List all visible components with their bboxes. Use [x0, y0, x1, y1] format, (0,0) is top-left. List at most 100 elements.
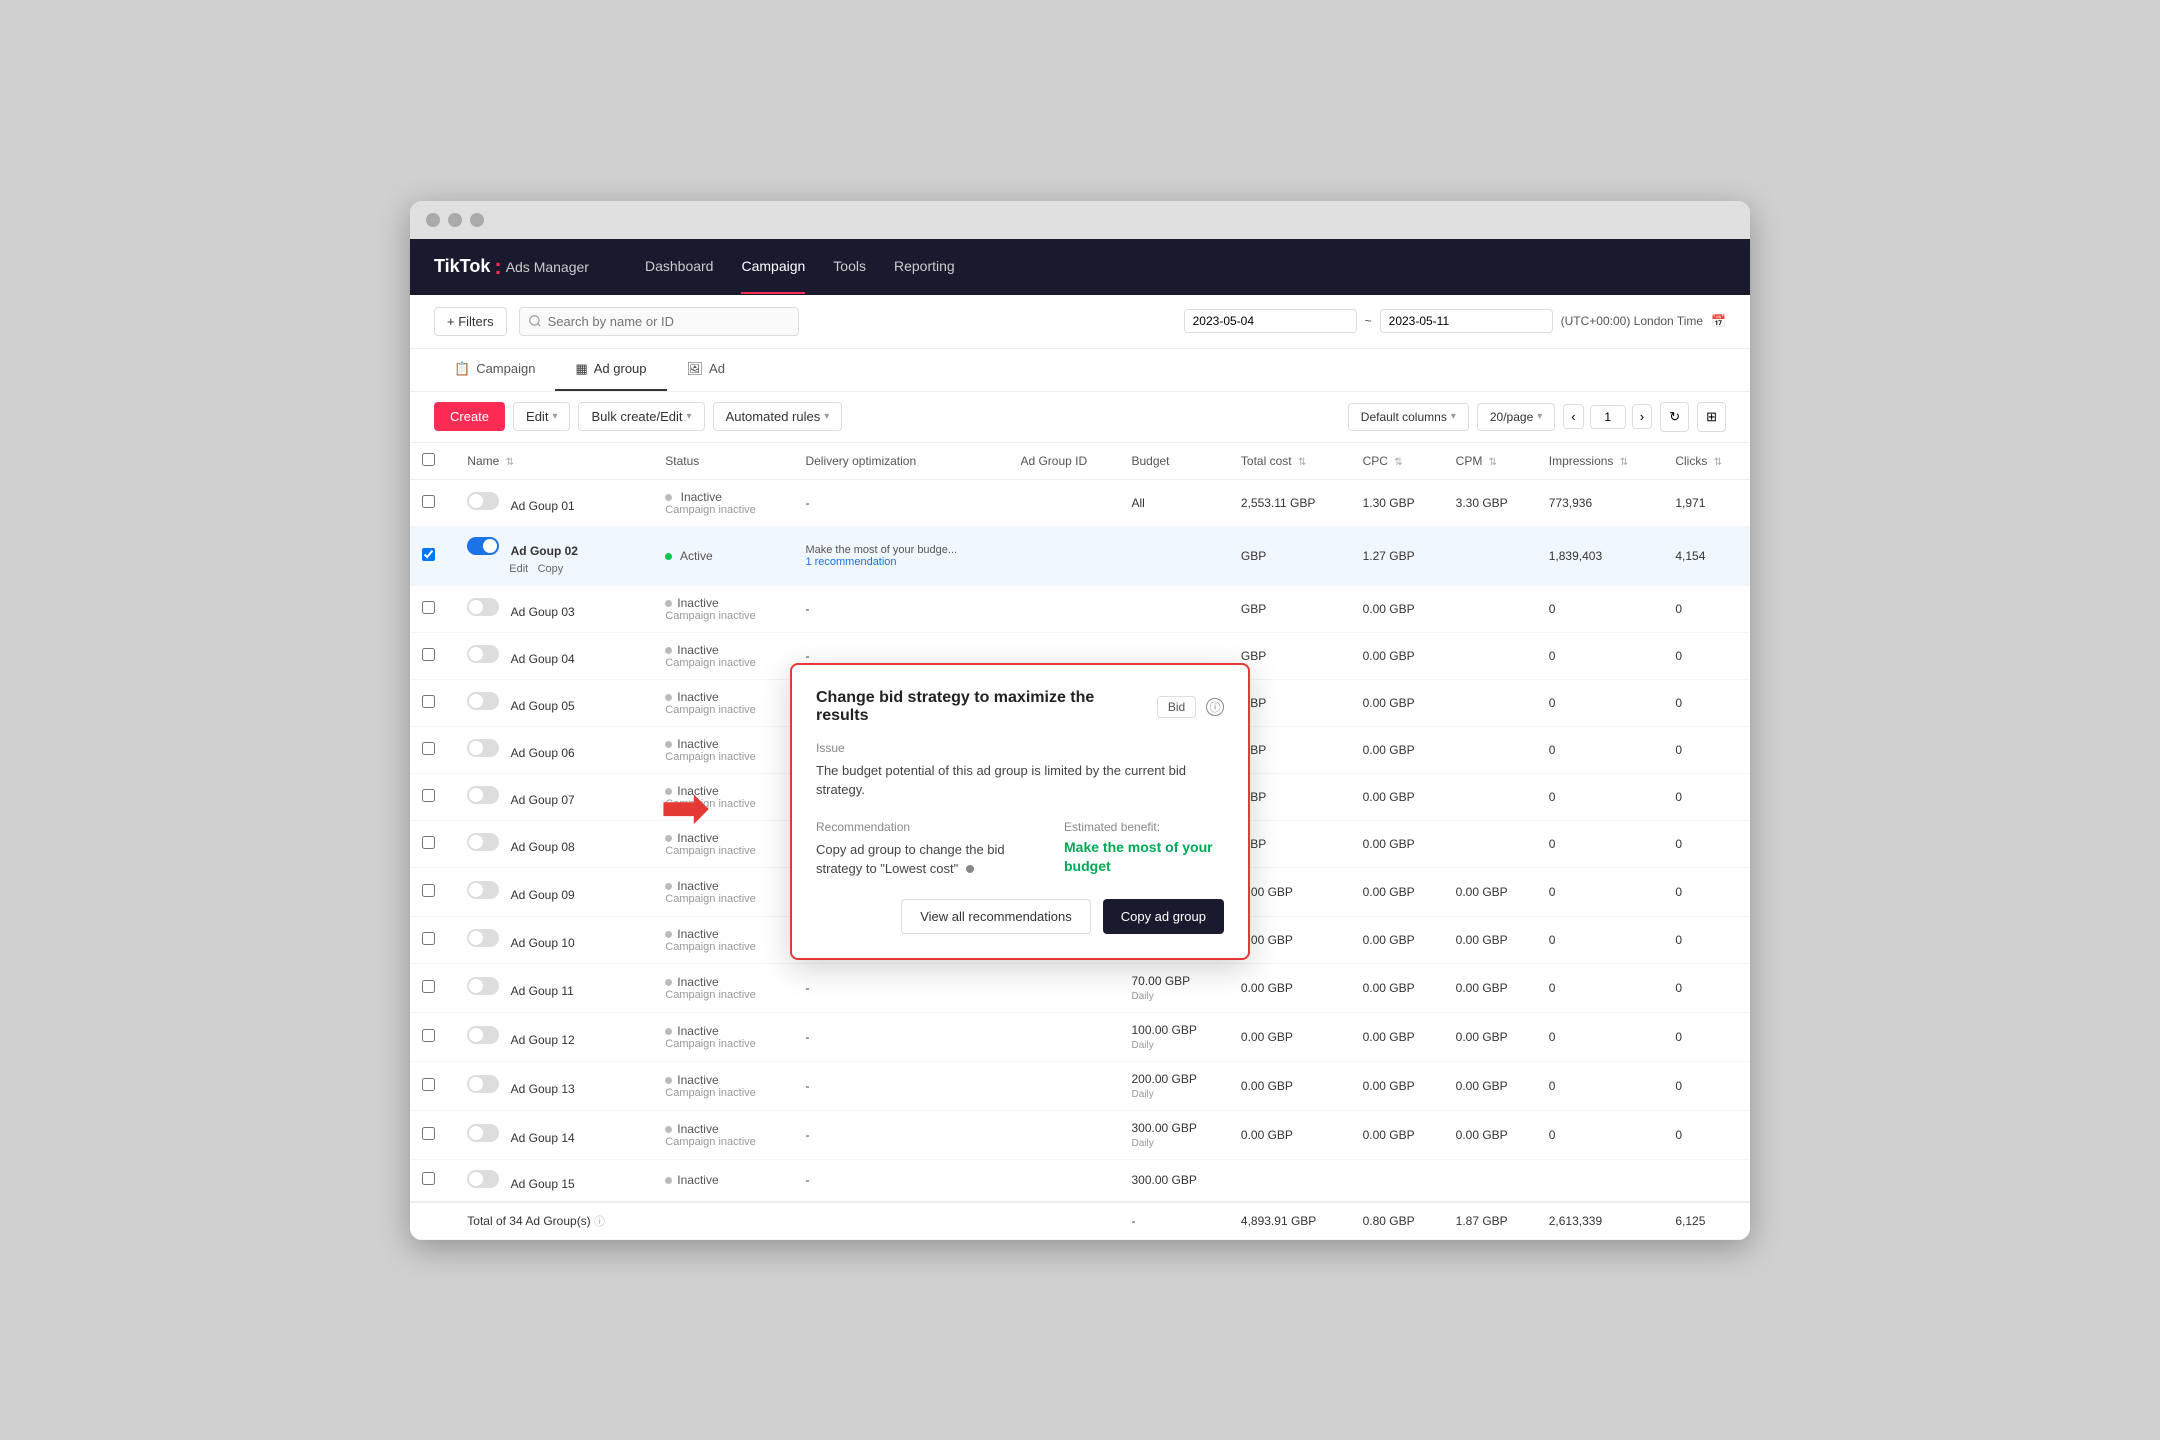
tab-ad[interactable]: 🖼 Ad: [667, 349, 745, 391]
th-name[interactable]: Name ⇅: [455, 443, 653, 480]
edit-link-2[interactable]: Edit: [509, 563, 528, 575]
popup-actions: View all recommendations Copy ad group: [816, 899, 1224, 934]
th-adgroup-id[interactable]: Ad Group ID: [1008, 443, 1119, 480]
tab-ad-group[interactable]: ▦ Ad group: [555, 349, 666, 391]
toggle-9[interactable]: [467, 881, 499, 899]
popup-rec-label: Recommendation: [816, 820, 1040, 834]
toggle-13[interactable]: [467, 1075, 499, 1093]
copy-ad-group-button[interactable]: Copy ad group: [1103, 899, 1224, 934]
view-all-recommendations-button[interactable]: View all recommendations: [901, 899, 1091, 934]
benefit-label: Estimated benefit:: [1064, 820, 1224, 834]
nav-reporting[interactable]: Reporting: [894, 240, 955, 294]
columns-config-button[interactable]: ⊞: [1697, 402, 1726, 432]
toggle-8[interactable]: [467, 833, 499, 851]
row-status-2: Active: [653, 526, 793, 585]
th-clicks[interactable]: Clicks ⇅: [1663, 443, 1750, 480]
next-page-button[interactable]: ›: [1632, 404, 1652, 429]
auto-rules-button[interactable]: Automated rules ▾: [713, 402, 843, 431]
calendar-icon[interactable]: 📅: [1711, 314, 1726, 328]
nav-dashboard[interactable]: Dashboard: [645, 240, 714, 294]
filter-bar: + Filters ~ (UTC+00:00) London Time 📅: [410, 295, 1750, 349]
row-checkbox-1[interactable]: [410, 479, 455, 526]
total-label: Total of 34 Ad Group(s) ⓘ: [455, 1202, 653, 1240]
total-info-icon[interactable]: ⓘ: [594, 1216, 605, 1228]
default-cols-label: Default columns: [1361, 410, 1447, 424]
th-impressions[interactable]: Impressions ⇅: [1537, 443, 1664, 480]
toolbar-right: Default columns ▾ 20/page ▾ ‹ › ↻ ⊞: [1348, 402, 1726, 432]
toggle-15[interactable]: [467, 1170, 499, 1188]
table-row: Ad Goup 03InactiveCampaign inactive-GBP0…: [410, 585, 1750, 632]
date-tilde: ~: [1365, 314, 1372, 328]
top-nav: TikTok: Ads Manager Dashboard Campaign T…: [410, 239, 1750, 295]
toggle-6[interactable]: [467, 739, 499, 757]
toggle-11[interactable]: [467, 977, 499, 995]
th-total-cost[interactable]: Total cost ⇅: [1229, 443, 1351, 480]
toggle-14[interactable]: [467, 1124, 499, 1142]
per-page-chevron-icon: ▾: [1537, 411, 1542, 422]
toolbar: Create Edit ▾ Bulk create/Edit ▾ Automat…: [410, 392, 1750, 443]
toggle-5[interactable]: [467, 692, 499, 710]
status-dot-10: [665, 931, 672, 938]
th-budget[interactable]: Budget: [1119, 443, 1228, 480]
table-row: Ad Goup 14InactiveCampaign inactive-300.…: [410, 1110, 1750, 1159]
toggle-1[interactable]: [467, 492, 499, 510]
row-checkbox-2[interactable]: [410, 526, 455, 585]
toggle-10[interactable]: [467, 929, 499, 947]
th-cpm[interactable]: CPM ⇅: [1444, 443, 1537, 480]
select-all-checkbox[interactable]: [422, 453, 435, 466]
toggle-2[interactable]: [467, 537, 499, 555]
date-from-input[interactable]: [1184, 309, 1357, 333]
date-to-input[interactable]: [1380, 309, 1553, 333]
status-dot-12: [665, 1028, 672, 1035]
row-clicks-2: 4,154: [1663, 526, 1750, 585]
toggle-12[interactable]: [467, 1026, 499, 1044]
tab-bar: 📋 Campaign ▦ Ad group 🖼 Ad: [410, 349, 1750, 392]
row-name-1: Ad Goup 01: [455, 479, 653, 526]
status-dot-2: [665, 553, 672, 560]
bulk-chevron-icon: ▾: [687, 411, 692, 422]
brand-ads-manager: Ads Manager: [506, 259, 589, 275]
popup-info-icon[interactable]: ⓘ: [1206, 698, 1224, 716]
popup-issue-text: The budget potential of this ad group is…: [816, 761, 1224, 800]
search-input[interactable]: [519, 307, 799, 336]
recommendation-popup[interactable]: Change bid strategy to maximize the resu…: [790, 663, 1250, 960]
toggle-4[interactable]: [467, 645, 499, 663]
tab-campaign[interactable]: 📋 Campaign: [434, 349, 555, 391]
toggle-7[interactable]: [467, 786, 499, 804]
page-number-input[interactable]: [1590, 405, 1626, 429]
prev-page-button[interactable]: ‹: [1563, 404, 1583, 429]
row-imp-2: 1,839,403: [1537, 526, 1664, 585]
create-button[interactable]: Create: [434, 402, 505, 431]
row-cost-1: 2,553.11 GBP: [1229, 479, 1351, 526]
toggle-3[interactable]: [467, 598, 499, 616]
status-dot-4: [665, 647, 672, 654]
total-cost: 4,893.91 GBP: [1229, 1202, 1351, 1240]
row-clicks-1: 1,971: [1663, 479, 1750, 526]
bulk-create-button[interactable]: Bulk create/Edit ▾: [578, 402, 704, 431]
edit-button[interactable]: Edit ▾: [513, 402, 570, 431]
nav-campaign[interactable]: Campaign: [741, 240, 805, 294]
ad-group-tab-icon: ▦: [575, 361, 587, 377]
row-id-1: [1008, 479, 1119, 526]
th-cpc[interactable]: CPC ⇅: [1351, 443, 1444, 480]
filter-button[interactable]: + Filters: [434, 307, 507, 336]
per-page-button[interactable]: 20/page ▾: [1477, 403, 1555, 431]
total-cpm: 1.87 GBP: [1444, 1202, 1537, 1240]
status-dot-13: [665, 1077, 672, 1084]
refresh-button[interactable]: ↻: [1660, 402, 1689, 432]
campaign-tab-icon: 📋: [454, 361, 470, 377]
auto-rules-label: Automated rules: [726, 409, 821, 424]
default-columns-button[interactable]: Default columns ▾: [1348, 403, 1469, 431]
per-page-label: 20/page: [1490, 410, 1533, 424]
th-status[interactable]: Status: [653, 443, 793, 480]
row-status-1: Inactive Campaign inactive: [653, 479, 793, 526]
brand-tiktok: TikTok: [434, 256, 490, 277]
copy-link-2[interactable]: Copy: [538, 563, 564, 575]
table-row: Ad Goup 02 Edit Copy Active Make the mos…: [410, 526, 1750, 585]
browser-window: TikTok: Ads Manager Dashboard Campaign T…: [410, 201, 1750, 1240]
popup-rec-text: Copy ad group to change the bid strategy…: [816, 840, 1040, 879]
popup-rec-col: Recommendation Copy ad group to change t…: [816, 820, 1040, 879]
th-checkbox[interactable]: [410, 443, 455, 480]
nav-tools[interactable]: Tools: [833, 240, 866, 294]
th-delivery[interactable]: Delivery optimization: [793, 443, 1008, 480]
